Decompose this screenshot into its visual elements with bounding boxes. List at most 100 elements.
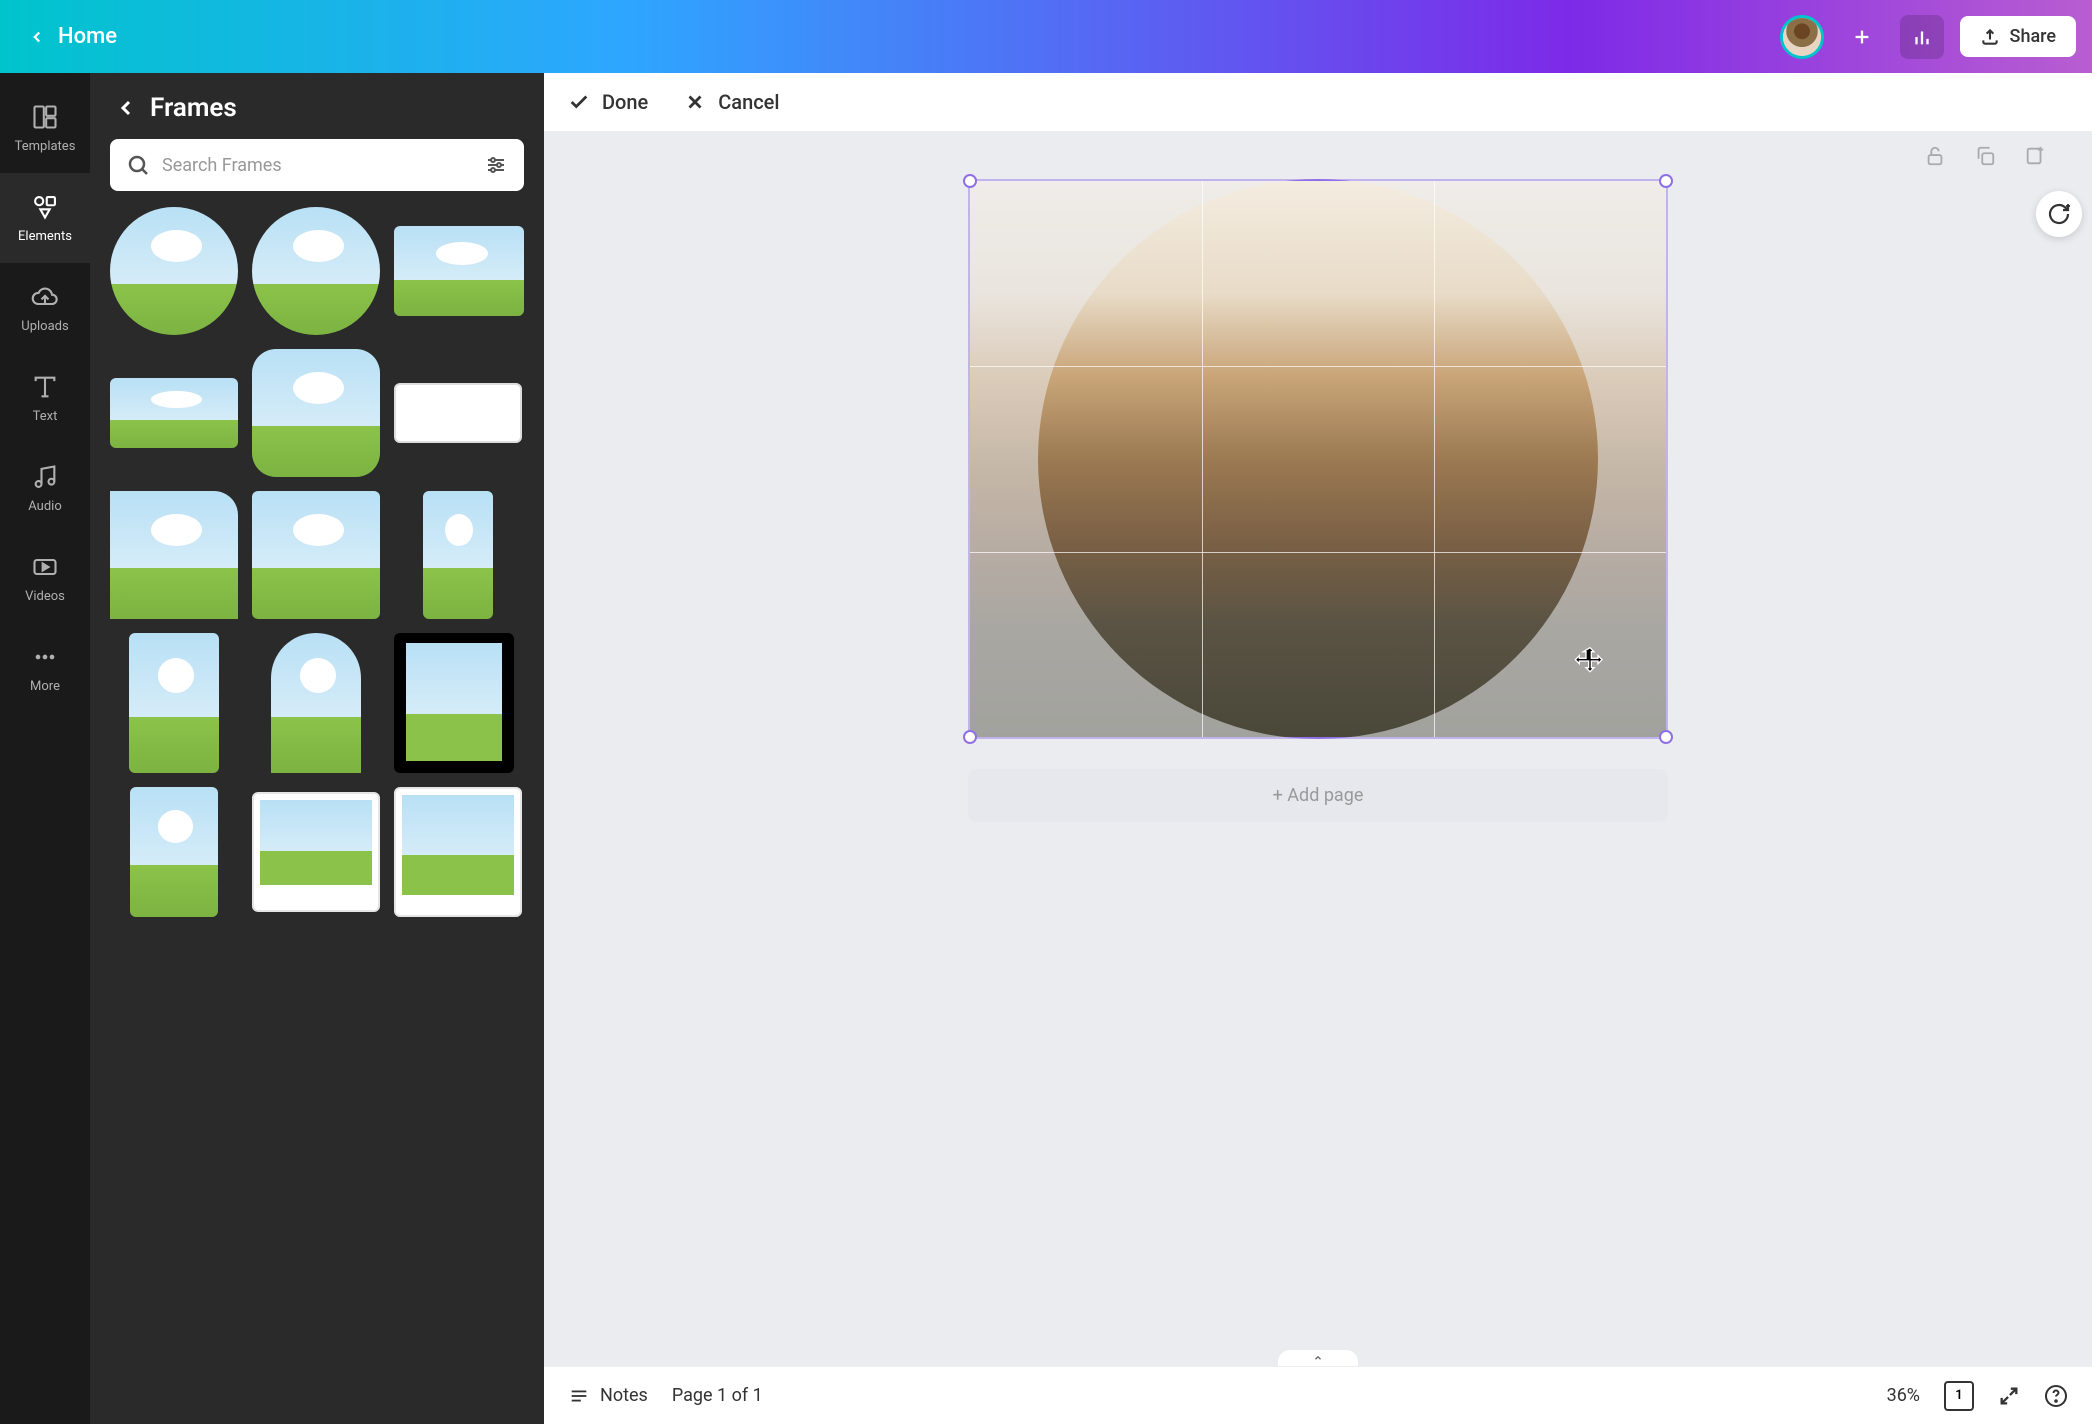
resize-handle-top-right[interactable]	[1659, 174, 1673, 188]
plus-icon	[1851, 26, 1873, 48]
new-page-button[interactable]	[2018, 139, 2052, 173]
canvas-area: Done Cancel	[544, 73, 2092, 1424]
expand-pages-tab[interactable]	[1278, 1350, 1358, 1366]
panel-title: Frames	[150, 93, 237, 123]
fullscreen-button[interactable]	[1998, 1385, 2020, 1407]
search-wrap	[90, 139, 544, 207]
add-page-button[interactable]: + Add page	[968, 769, 1668, 822]
rail-item-label: Templates	[15, 139, 76, 154]
regenerate-button[interactable]	[2036, 191, 2082, 237]
grid-line	[970, 366, 1666, 367]
rail-item-label: More	[30, 679, 60, 694]
home-label: Home	[58, 24, 117, 49]
help-icon	[2044, 1384, 2068, 1408]
add-page-icon	[2024, 145, 2046, 167]
frame-portrait[interactable]	[130, 787, 218, 917]
rail-item-label: Text	[33, 409, 58, 424]
frame-polaroid-tall[interactable]	[394, 787, 522, 917]
frame-rounded-square[interactable]	[252, 349, 380, 477]
music-icon	[31, 463, 59, 491]
filter-icon[interactable]	[484, 153, 508, 177]
cancel-label: Cancel	[718, 90, 779, 114]
top-header: Home Share	[0, 0, 2092, 73]
bottom-bar: Notes Page 1 of 1 36% 1	[544, 1366, 2092, 1424]
page-actions	[1918, 139, 2052, 173]
unlock-icon	[1924, 145, 1946, 167]
frame-film-double[interactable]	[394, 383, 522, 443]
move-cursor-icon	[1574, 645, 1606, 677]
grid-line	[1434, 181, 1435, 737]
frame-rounded-corner[interactable]	[110, 491, 238, 619]
rail-audio[interactable]: Audio	[0, 443, 90, 533]
help-button[interactable]	[2044, 1384, 2068, 1408]
frame-rect-small[interactable]	[110, 378, 238, 448]
resize-handle-top-left[interactable]	[963, 174, 977, 188]
video-icon	[31, 553, 59, 581]
rail-item-label: Uploads	[21, 319, 68, 334]
frame-scallop[interactable]	[252, 207, 380, 335]
left-rail: Templates Elements Uploads Text Audio Vi…	[0, 73, 90, 1424]
frame-torn-paper[interactable]	[252, 491, 380, 619]
share-label: Share	[2010, 26, 2056, 47]
cancel-button[interactable]: Cancel	[684, 90, 779, 114]
rail-item-label: Audio	[28, 499, 61, 514]
circle-frame-mask	[1038, 179, 1598, 739]
rail-text[interactable]: Text	[0, 353, 90, 443]
add-button[interactable]	[1840, 15, 1884, 59]
chevron-left-icon[interactable]	[114, 96, 138, 120]
done-label: Done	[602, 90, 648, 114]
home-back-button[interactable]: Home	[16, 16, 129, 57]
page-grid-button[interactable]: 1	[1944, 1381, 1974, 1411]
rail-uploads[interactable]: Uploads	[0, 263, 90, 353]
check-icon	[568, 91, 590, 113]
rail-elements[interactable]: Elements	[0, 173, 90, 263]
add-page-label: + Add page	[1273, 785, 1364, 806]
lock-button[interactable]	[1918, 139, 1952, 173]
copy-icon	[1974, 145, 1996, 167]
rail-videos[interactable]: Videos	[0, 533, 90, 623]
frame-film-strip[interactable]	[394, 633, 514, 773]
resize-handle-bottom-right[interactable]	[1659, 730, 1673, 744]
rail-item-label: Elements	[18, 229, 72, 244]
notes-button[interactable]: Notes	[568, 1385, 648, 1407]
main-layout: Templates Elements Uploads Text Audio Vi…	[0, 73, 2092, 1424]
search-input[interactable]	[162, 155, 472, 176]
zoom-level[interactable]: 36%	[1887, 1385, 1920, 1406]
text-icon	[31, 373, 59, 401]
canvas-page[interactable]	[968, 179, 1668, 739]
page-indicator[interactable]: Page 1 of 1	[672, 1385, 763, 1406]
grid-line	[970, 552, 1666, 553]
canvas-viewport: + Add page	[544, 131, 2092, 1366]
frame-polaroid-square[interactable]	[252, 792, 380, 912]
rail-more[interactable]: More	[0, 623, 90, 713]
close-icon	[684, 91, 706, 113]
chevron-left-icon	[28, 28, 46, 46]
frame-torn-narrow[interactable]	[423, 491, 493, 619]
resize-handle-bottom-left[interactable]	[963, 730, 977, 744]
duplicate-button[interactable]	[1968, 139, 2002, 173]
expand-icon	[1998, 1385, 2020, 1407]
user-avatar[interactable]	[1780, 15, 1824, 59]
rail-templates[interactable]: Templates	[0, 83, 90, 173]
chevron-up-icon	[1311, 1353, 1325, 1363]
crop-toolbar: Done Cancel	[544, 73, 2092, 131]
notes-label: Notes	[600, 1385, 648, 1406]
side-panel-frames: Frames	[90, 73, 544, 1424]
search-box	[110, 139, 524, 191]
frame-circle[interactable]	[110, 207, 238, 335]
frame-torn-tall[interactable]	[129, 633, 219, 773]
analytics-button[interactable]	[1900, 15, 1944, 59]
page-count: 1	[1955, 1388, 1962, 1403]
done-button[interactable]: Done	[568, 90, 648, 114]
bar-chart-icon	[1911, 26, 1933, 48]
cloud-upload-icon	[31, 283, 59, 311]
frames-grid	[90, 207, 544, 1424]
search-icon	[126, 153, 150, 177]
more-horizontal-icon	[31, 643, 59, 671]
share-button[interactable]: Share	[1960, 16, 2076, 57]
zoom-text: 36%	[1887, 1385, 1920, 1406]
frame-arch[interactable]	[271, 633, 361, 773]
elements-icon	[31, 193, 59, 221]
frame-trapezoid[interactable]	[394, 226, 524, 316]
image-selection[interactable]	[968, 179, 1668, 739]
